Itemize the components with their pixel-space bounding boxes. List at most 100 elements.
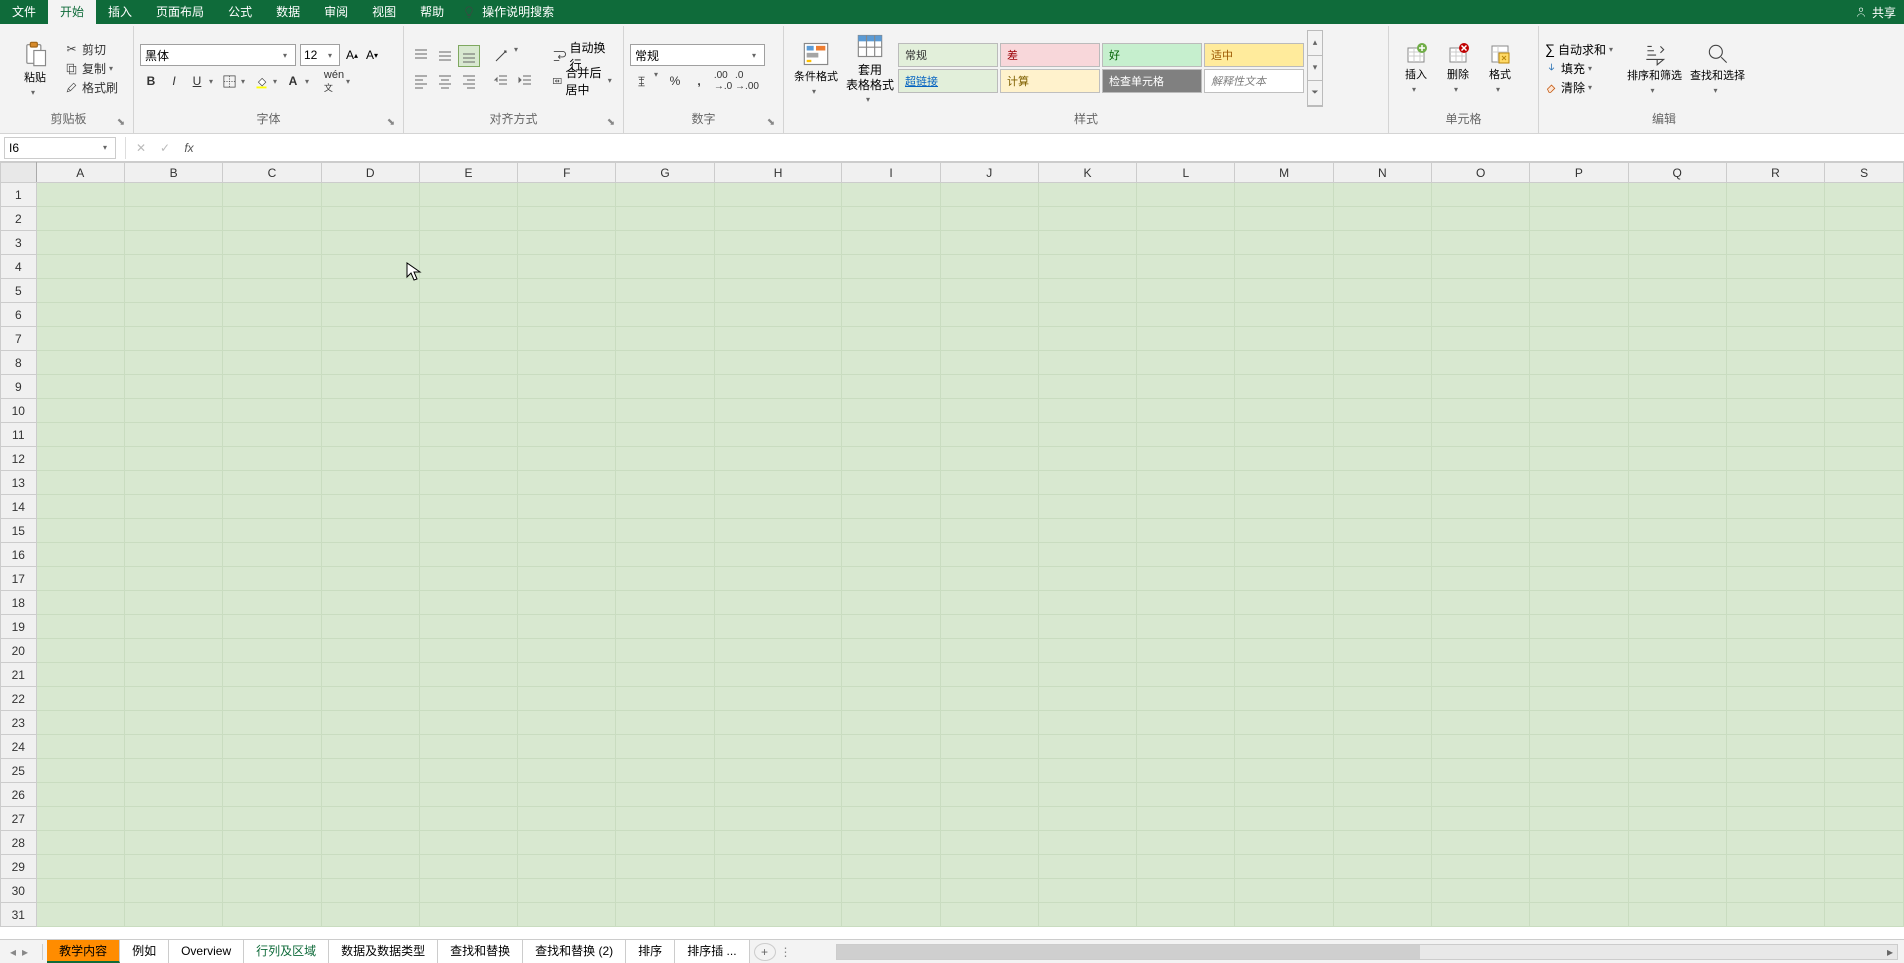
cell[interactable] xyxy=(518,591,616,615)
cell[interactable] xyxy=(616,615,714,639)
cell[interactable] xyxy=(842,543,940,567)
cell[interactable] xyxy=(1137,447,1235,471)
sort-filter-button[interactable]: 排序和筛选▾ xyxy=(1623,39,1686,96)
cell[interactable] xyxy=(1235,807,1333,831)
cell[interactable] xyxy=(321,423,419,447)
col-header[interactable]: G xyxy=(616,163,714,183)
cell[interactable] xyxy=(223,663,321,687)
cell[interactable] xyxy=(1137,615,1235,639)
cell[interactable] xyxy=(125,639,223,663)
cell[interactable] xyxy=(223,903,321,927)
cell[interactable] xyxy=(518,903,616,927)
cell[interactable] xyxy=(1333,879,1431,903)
comma-button[interactable]: , xyxy=(688,70,710,92)
cell[interactable] xyxy=(1825,231,1904,255)
cell[interactable] xyxy=(36,303,124,327)
cell[interactable] xyxy=(1726,423,1824,447)
cell[interactable] xyxy=(1726,591,1824,615)
cell[interactable] xyxy=(223,831,321,855)
menu-view[interactable]: 视图 xyxy=(360,0,408,24)
cell[interactable] xyxy=(1235,207,1333,231)
cell[interactable] xyxy=(223,591,321,615)
cell[interactable] xyxy=(1038,807,1136,831)
cell[interactable] xyxy=(714,183,842,207)
menu-help[interactable]: 帮助 xyxy=(408,0,456,24)
tab-nav-last[interactable]: ▸ xyxy=(22,945,28,959)
cell[interactable] xyxy=(1235,399,1333,423)
cell[interactable] xyxy=(1825,255,1904,279)
style-note[interactable]: 解释性文本 xyxy=(1204,69,1304,93)
cell[interactable] xyxy=(125,831,223,855)
cell[interactable] xyxy=(1333,759,1431,783)
cell[interactable] xyxy=(940,903,1038,927)
style-neutral[interactable]: 适中 xyxy=(1204,43,1304,67)
cell[interactable] xyxy=(1628,831,1726,855)
clear-button[interactable]: 清除▾ xyxy=(1545,79,1617,96)
font-shrink-button[interactable]: A▾ xyxy=(364,44,380,66)
cell[interactable] xyxy=(1825,735,1904,759)
cell[interactable] xyxy=(419,687,517,711)
cell[interactable] xyxy=(1137,519,1235,543)
cell[interactable] xyxy=(1628,687,1726,711)
cell[interactable] xyxy=(223,519,321,543)
cell[interactable] xyxy=(1432,591,1530,615)
cell[interactable] xyxy=(518,615,616,639)
cell[interactable] xyxy=(518,207,616,231)
cell[interactable] xyxy=(1825,831,1904,855)
cell[interactable] xyxy=(1432,399,1530,423)
cell[interactable] xyxy=(1628,471,1726,495)
cell[interactable] xyxy=(714,831,842,855)
cell[interactable] xyxy=(36,255,124,279)
cell[interactable] xyxy=(1235,591,1333,615)
cell[interactable] xyxy=(842,735,940,759)
row-header[interactable]: 24 xyxy=(1,735,37,759)
cell[interactable] xyxy=(940,687,1038,711)
style-check[interactable]: 检查单元格 xyxy=(1102,69,1202,93)
autosum-button[interactable]: ∑自动求和▾ xyxy=(1545,41,1617,58)
dec-decimal-button[interactable]: .0→.00 xyxy=(736,70,758,92)
row-header[interactable]: 27 xyxy=(1,807,37,831)
row-header[interactable]: 8 xyxy=(1,351,37,375)
cell[interactable] xyxy=(419,543,517,567)
cell[interactable] xyxy=(1825,855,1904,879)
cell[interactable] xyxy=(616,855,714,879)
cell[interactable] xyxy=(1825,327,1904,351)
cell[interactable] xyxy=(1333,375,1431,399)
cell[interactable] xyxy=(616,663,714,687)
cell[interactable] xyxy=(1726,255,1824,279)
inc-decimal-button[interactable]: .00→.0 xyxy=(712,70,734,92)
cell[interactable] xyxy=(842,591,940,615)
row-header[interactable]: 1 xyxy=(1,183,37,207)
cell[interactable] xyxy=(321,831,419,855)
cell[interactable] xyxy=(1628,447,1726,471)
cell[interactable] xyxy=(518,759,616,783)
cell[interactable] xyxy=(940,591,1038,615)
cell[interactable] xyxy=(1038,831,1136,855)
cell[interactable] xyxy=(36,447,124,471)
row-header[interactable]: 23 xyxy=(1,711,37,735)
cell[interactable] xyxy=(1038,423,1136,447)
cell[interactable] xyxy=(714,495,842,519)
cell[interactable] xyxy=(1038,351,1136,375)
align-launcher[interactable]: ⬊ xyxy=(605,117,617,129)
cell[interactable] xyxy=(419,471,517,495)
cell[interactable] xyxy=(36,711,124,735)
cell[interactable] xyxy=(1235,639,1333,663)
cell[interactable] xyxy=(518,399,616,423)
cell[interactable] xyxy=(714,303,842,327)
cell[interactable] xyxy=(1432,711,1530,735)
row-header[interactable]: 11 xyxy=(1,423,37,447)
cell[interactable] xyxy=(1137,567,1235,591)
cell[interactable] xyxy=(940,447,1038,471)
font-launcher[interactable]: ⬊ xyxy=(385,117,397,129)
cell[interactable] xyxy=(1333,543,1431,567)
menu-layout[interactable]: 页面布局 xyxy=(144,0,216,24)
cell[interactable] xyxy=(321,471,419,495)
cell[interactable] xyxy=(1235,759,1333,783)
sheet-tab[interactable]: 排序插 ... xyxy=(675,940,749,963)
cell[interactable] xyxy=(842,399,940,423)
cell[interactable] xyxy=(1137,231,1235,255)
cell[interactable] xyxy=(419,567,517,591)
cell[interactable] xyxy=(223,207,321,231)
cell[interactable] xyxy=(1333,447,1431,471)
